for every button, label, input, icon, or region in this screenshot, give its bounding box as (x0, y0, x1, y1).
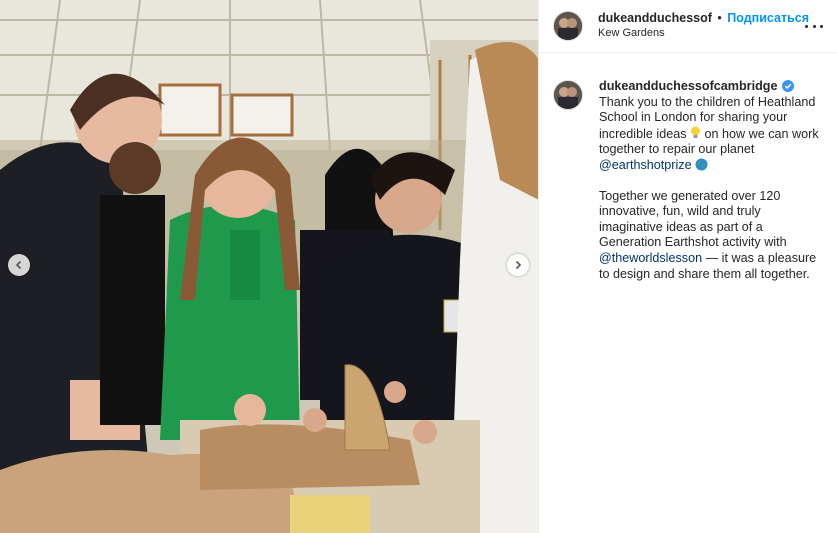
more-dot (820, 24, 823, 28)
header-username[interactable]: dukeandduchessof (598, 11, 712, 25)
next-photo-button[interactable] (507, 254, 529, 276)
caption-text-part: Together we generated over 120 innovativ… (599, 188, 787, 250)
caption-username[interactable]: dukeandduchessofcambridge (599, 79, 777, 93)
header-row: dukeandduchessof • Подписаться (598, 11, 809, 26)
caption-avatar[interactable] (553, 80, 583, 110)
post-photo[interactable] (0, 0, 538, 533)
post-header: dukeandduchessof • Подписаться Kew Garde… (539, 0, 837, 53)
chevron-left-icon (15, 260, 22, 270)
verified-badge-icon (781, 80, 794, 92)
light-bulb-emoji-icon (691, 126, 701, 138)
avatar-image (554, 81, 582, 109)
avatar[interactable] (553, 11, 583, 41)
separator: • (717, 11, 722, 25)
caption-text: dukeandduchessofcambridge Thank you to t… (599, 79, 827, 282)
header-meta: dukeandduchessof • Подписаться Kew Garde… (598, 11, 809, 41)
chevron-right-icon (515, 260, 522, 270)
globe-emoji-icon (695, 158, 708, 171)
more-options-icon[interactable] (805, 18, 823, 34)
caption: dukeandduchessofcambridge Thank you to t… (539, 53, 837, 282)
more-dot (812, 24, 816, 28)
mention-link[interactable]: @earthshotprize (599, 158, 692, 172)
location-link[interactable]: Kew Gardens (598, 26, 809, 41)
photo-illustration (0, 0, 538, 533)
mention-link[interactable]: @theworldslesson (599, 251, 702, 265)
avatar-image (554, 12, 582, 40)
instagram-post: dukeandduchessof • Подписаться Kew Garde… (0, 0, 837, 533)
caption-paragraph-2: Together we generated over 120 innovativ… (599, 189, 827, 283)
previous-photo-button[interactable] (8, 254, 30, 276)
more-dot (805, 24, 808, 28)
caption-paragraph-1: dukeandduchessofcambridge Thank you to t… (599, 79, 827, 174)
follow-button[interactable]: Подписаться (727, 11, 809, 25)
post-sidebar: dukeandduchessof • Подписаться Kew Garde… (538, 0, 837, 533)
